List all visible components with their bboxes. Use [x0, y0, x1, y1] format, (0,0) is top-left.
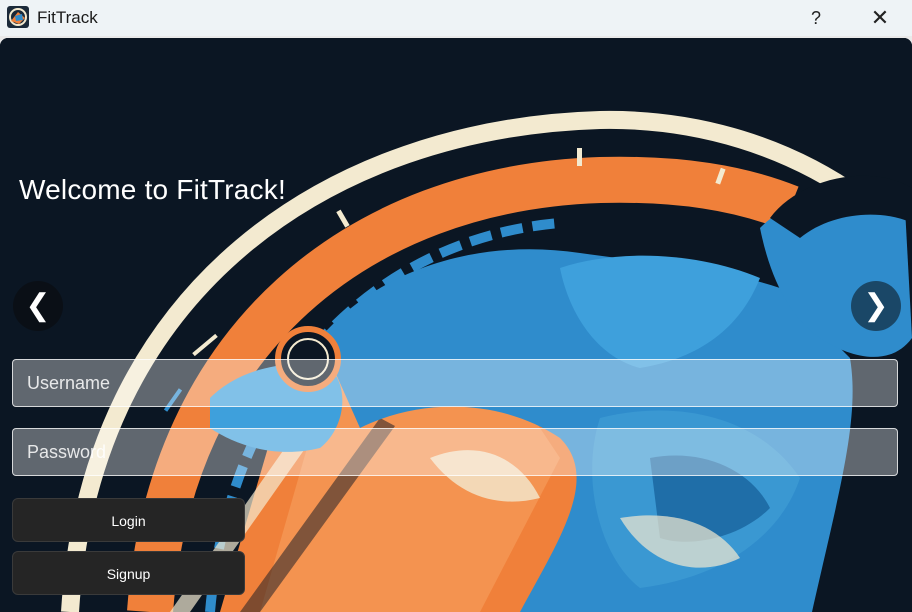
help-button[interactable]: ? — [802, 4, 830, 32]
close-button[interactable]: ✕ — [864, 4, 896, 32]
password-field[interactable] — [12, 428, 898, 476]
main-panel: Welcome to FitTrack! ❮ ❯ Login Signup — [0, 38, 912, 612]
username-input[interactable] — [13, 360, 897, 406]
previous-slide-button[interactable]: ❮ — [13, 281, 63, 331]
username-field[interactable] — [12, 359, 898, 407]
window-title: FitTrack — [37, 8, 98, 27]
signup-button[interactable]: Signup — [12, 551, 245, 595]
next-slide-button[interactable]: ❯ — [851, 281, 901, 331]
app-logo-icon — [7, 6, 29, 28]
login-button[interactable]: Login — [12, 498, 245, 542]
welcome-heading: Welcome to FitTrack! — [19, 174, 286, 205]
password-input[interactable] — [13, 429, 897, 475]
title-bar: FitTrack ? ✕ — [0, 0, 912, 36]
